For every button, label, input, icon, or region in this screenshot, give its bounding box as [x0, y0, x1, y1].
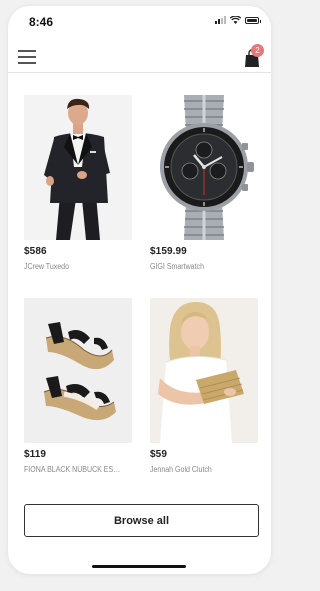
product-name: GIGI Smartwatch: [150, 262, 204, 271]
product-name: JCrew Tuxedo: [24, 262, 70, 271]
product-image-tuxedo[interactable]: [24, 95, 132, 240]
product-card-clutch[interactable]: $59 Jennah Gold Clutch: [150, 298, 258, 474]
wifi-icon: [230, 16, 241, 24]
product-image-espadrille[interactable]: [24, 298, 132, 443]
status-icons: [215, 16, 261, 24]
signal-icon: [215, 16, 226, 24]
product-price: $119: [24, 449, 47, 460]
product-card-espadrille[interactable]: $119 FIONA BLACK NUBUCK ESPADRILLE: [24, 298, 132, 474]
app-bar: 2: [8, 42, 271, 73]
product-price: $159.99: [150, 246, 187, 257]
product-card-smartwatch[interactable]: $159.99 GIGI Smartwatch: [150, 95, 258, 271]
phone-screen: 8:46 2 $586 JCrew Tuxedo $159.99 GIGI Sm…: [8, 6, 271, 574]
cart-button[interactable]: 2: [240, 44, 264, 70]
browse-all-button[interactable]: Browse all: [24, 504, 259, 537]
product-price: $59: [150, 449, 167, 460]
product-name: FIONA BLACK NUBUCK ESPADRILLE: [24, 465, 123, 474]
home-indicator: [92, 565, 186, 568]
product-card-tuxedo[interactable]: $586 JCrew Tuxedo: [24, 95, 132, 271]
product-image-smartwatch[interactable]: [150, 95, 258, 240]
cart-count-badge: 2: [251, 44, 264, 57]
status-time: 8:46: [29, 15, 54, 29]
battery-icon: [245, 16, 261, 24]
product-image-clutch[interactable]: [150, 298, 258, 443]
product-name: Jennah Gold Clutch: [150, 465, 212, 474]
status-bar: 8:46: [8, 6, 271, 34]
hamburger-menu-icon[interactable]: [18, 50, 36, 64]
product-price: $586: [24, 246, 47, 257]
